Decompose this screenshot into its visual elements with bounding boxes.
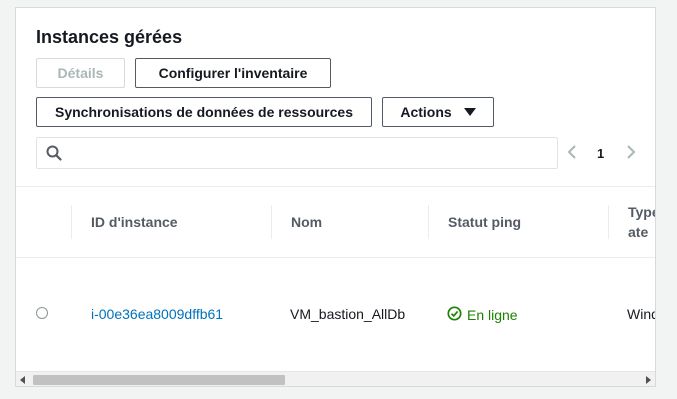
- platform-type: Wind: [627, 306, 656, 322]
- panel-title: Instances gérées: [36, 27, 183, 47]
- actions-dropdown-button[interactable]: Actions: [382, 97, 494, 127]
- column-separator: [271, 205, 272, 239]
- search-input[interactable]: [69, 138, 553, 170]
- instance-id-link[interactable]: i-00e36ea8009dffb61: [91, 306, 223, 322]
- next-page-icon[interactable]: [625, 144, 637, 165]
- table-row[interactable]: i-00e36ea8009dffb61 VM_bastion_AllDb En …: [16, 257, 656, 372]
- actions-label: Actions: [400, 104, 452, 120]
- caret-down-icon: [463, 108, 476, 116]
- search-icon: [46, 145, 62, 166]
- managed-instances-panel: Instances gérées Détails Configurer l'in…: [15, 7, 656, 387]
- horizontal-scrollbar[interactable]: [16, 371, 655, 386]
- column-separator: [71, 205, 72, 239]
- column-separator: [608, 205, 609, 239]
- ping-status-label: En ligne: [467, 307, 518, 323]
- table-header: ID d'instance Nom Statut ping Type plate: [16, 186, 655, 258]
- instance-name: VM_bastion_AllDb: [290, 306, 406, 322]
- resource-data-sync-button[interactable]: Synchronisations de données de ressource…: [36, 97, 372, 127]
- check-circle-icon: [447, 306, 462, 324]
- column-header-name[interactable]: Nom: [291, 187, 322, 257]
- column-header-platform-type[interactable]: Type plate: [628, 187, 655, 257]
- configure-inventory-button[interactable]: Configurer l'inventaire: [135, 58, 331, 88]
- column-header-instance-id[interactable]: ID d'instance: [91, 187, 178, 257]
- current-page-number[interactable]: 1: [597, 146, 604, 161]
- column-header-ping-status[interactable]: Statut ping: [448, 187, 521, 257]
- search-box[interactable]: [36, 137, 558, 170]
- scroll-right-arrow-icon[interactable]: [646, 376, 651, 384]
- row-select-radio[interactable]: [36, 307, 48, 319]
- ping-status: En ligne: [447, 306, 518, 324]
- details-button[interactable]: Détails: [36, 58, 125, 88]
- previous-page-icon[interactable]: [566, 144, 578, 165]
- column-separator: [428, 205, 429, 239]
- scroll-left-arrow-icon[interactable]: [20, 376, 25, 384]
- scrollbar-thumb[interactable]: [33, 375, 285, 385]
